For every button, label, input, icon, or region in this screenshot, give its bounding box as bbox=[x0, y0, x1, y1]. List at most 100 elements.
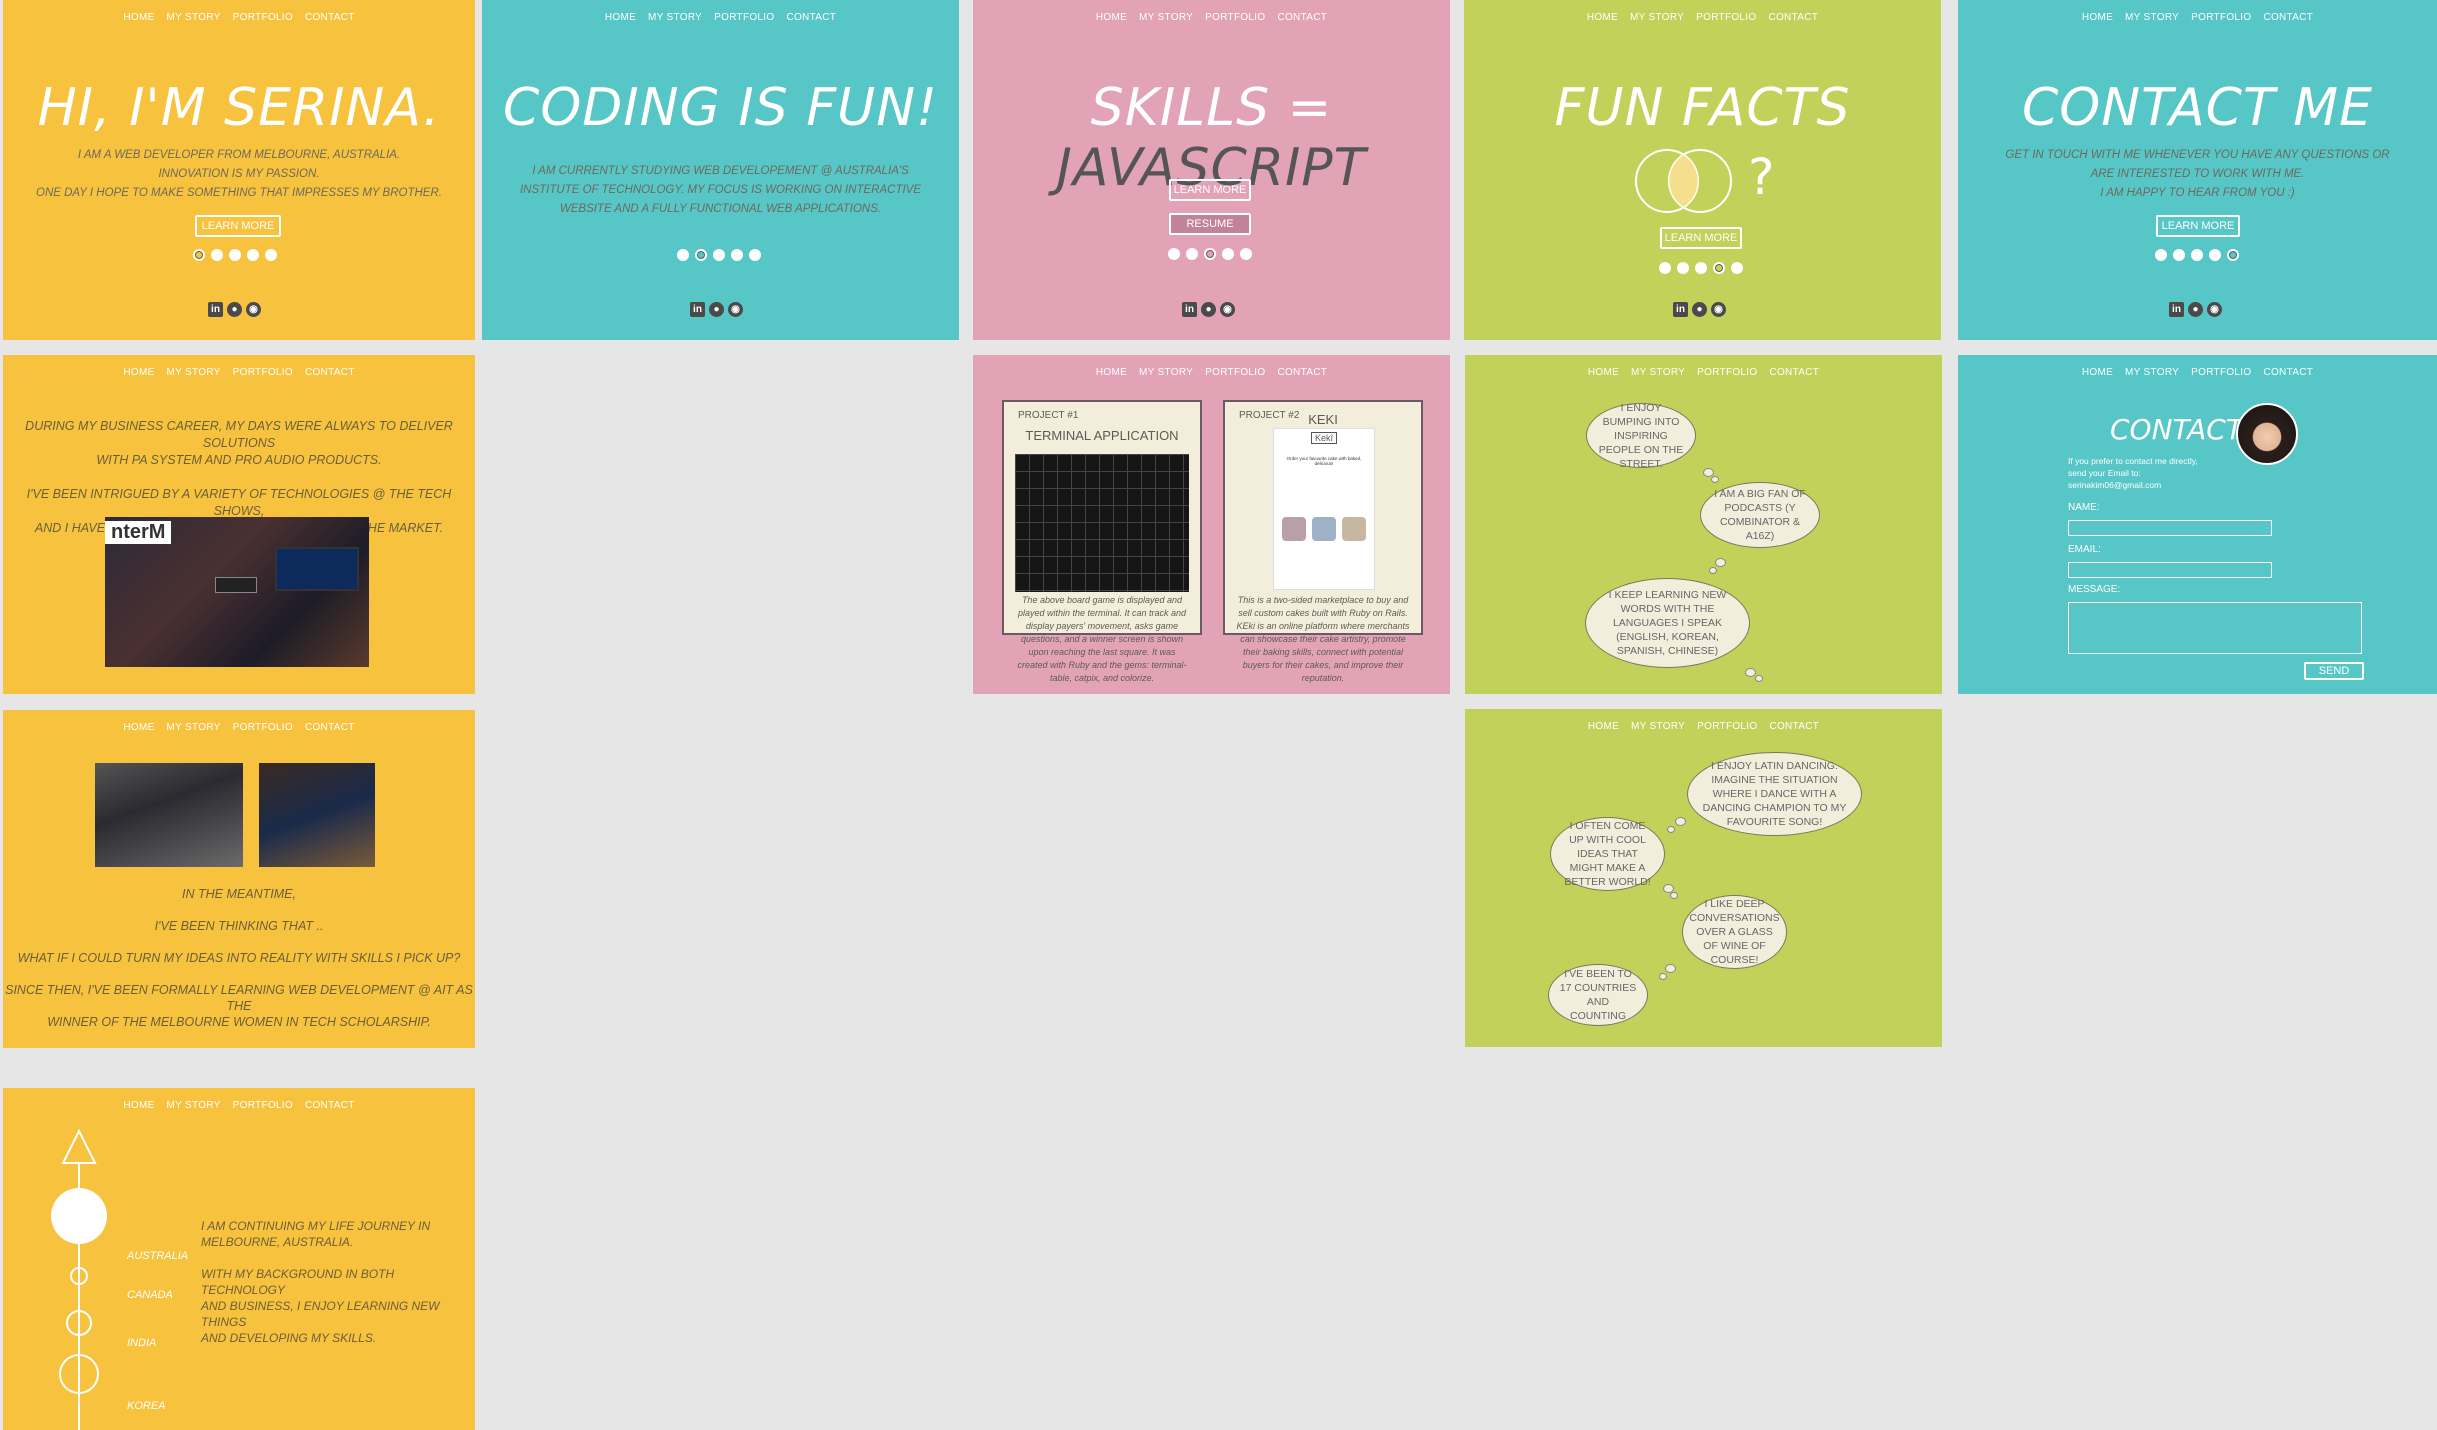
nav-portfolio[interactable]: PORTFOLIO bbox=[2191, 367, 2251, 378]
learn-more-button[interactable]: LEARN MORE bbox=[1169, 179, 1251, 201]
profile-icon[interactable]: ● bbox=[709, 302, 724, 317]
nav-my-story[interactable]: MY STORY bbox=[1631, 721, 1685, 732]
nav-portfolio[interactable]: PORTFOLIO bbox=[1697, 721, 1757, 732]
nav-home[interactable]: HOME bbox=[1587, 12, 1618, 23]
github-icon[interactable]: ◉ bbox=[246, 302, 261, 317]
project-card-terminal[interactable]: PROJECT #1 TERMINAL APPLICATION The abov… bbox=[1002, 400, 1202, 683]
slide-dot[interactable] bbox=[1713, 262, 1725, 274]
slide-dot[interactable] bbox=[749, 249, 761, 261]
slide-dot[interactable] bbox=[713, 249, 725, 261]
nav-contact[interactable]: CONTACT bbox=[305, 722, 355, 733]
nav-contact[interactable]: CONTACT bbox=[1769, 367, 1819, 378]
nav-my-story[interactable]: MY STORY bbox=[167, 12, 221, 23]
nav-portfolio[interactable]: PORTFOLIO bbox=[233, 367, 293, 378]
slide-dot[interactable] bbox=[1240, 248, 1252, 260]
slide-dot[interactable] bbox=[2209, 249, 2221, 261]
nav-home[interactable]: HOME bbox=[1096, 12, 1127, 23]
slide-dot[interactable] bbox=[1222, 248, 1234, 260]
slide-dot[interactable] bbox=[1731, 262, 1743, 274]
nav-contact[interactable]: CONTACT bbox=[1768, 12, 1818, 23]
linkedin-icon[interactable]: in bbox=[1673, 302, 1688, 317]
slide-dot[interactable] bbox=[677, 249, 689, 261]
slide-dot[interactable] bbox=[2191, 249, 2203, 261]
email-address[interactable]: serinakim06@gmail.com bbox=[2068, 479, 2198, 491]
slide-dot[interactable] bbox=[2173, 249, 2185, 261]
slide-dot[interactable] bbox=[1677, 262, 1689, 274]
nav-portfolio[interactable]: PORTFOLIO bbox=[1696, 12, 1756, 23]
github-icon[interactable]: ◉ bbox=[728, 302, 743, 317]
nav-portfolio[interactable]: PORTFOLIO bbox=[1205, 12, 1265, 23]
nav-home[interactable]: HOME bbox=[2082, 12, 2113, 23]
nav-home[interactable]: HOME bbox=[2082, 367, 2113, 378]
profile-icon[interactable]: ● bbox=[227, 302, 242, 317]
nav-portfolio[interactable]: PORTFOLIO bbox=[1697, 367, 1757, 378]
slide-dot[interactable] bbox=[1168, 248, 1180, 260]
nav-my-story[interactable]: MY STORY bbox=[648, 12, 702, 23]
nav-portfolio[interactable]: PORTFOLIO bbox=[233, 722, 293, 733]
nav-portfolio[interactable]: PORTFOLIO bbox=[233, 1100, 293, 1111]
github-icon[interactable]: ◉ bbox=[1220, 302, 1235, 317]
slide-dot[interactable] bbox=[2227, 249, 2239, 261]
nav-my-story[interactable]: MY STORY bbox=[2125, 12, 2179, 23]
nav-contact[interactable]: CONTACT bbox=[1277, 367, 1327, 378]
nav-contact[interactable]: CONTACT bbox=[1277, 12, 1327, 23]
slide-dot[interactable] bbox=[731, 249, 743, 261]
nav-home[interactable]: HOME bbox=[605, 12, 636, 23]
slide-dot[interactable] bbox=[229, 249, 241, 261]
nav-contact[interactable]: CONTACT bbox=[305, 1100, 355, 1111]
resume-button[interactable]: RESUME bbox=[1169, 213, 1251, 235]
learn-more-button[interactable]: LEARN MORE bbox=[195, 215, 281, 237]
nav-my-story[interactable]: MY STORY bbox=[167, 1100, 221, 1111]
nav-home[interactable]: HOME bbox=[123, 1100, 154, 1111]
learn-more-button[interactable]: LEARN MORE bbox=[1660, 227, 1742, 249]
nav-contact[interactable]: CONTACT bbox=[2263, 12, 2313, 23]
nav-home[interactable]: HOME bbox=[1588, 721, 1619, 732]
nav-home[interactable]: HOME bbox=[123, 722, 154, 733]
slide-dot[interactable] bbox=[193, 249, 205, 261]
learn-more-button[interactable]: LEARN MORE bbox=[2156, 215, 2240, 237]
profile-icon[interactable]: ● bbox=[2188, 302, 2203, 317]
nav-my-story[interactable]: MY STORY bbox=[1631, 367, 1685, 378]
slide-dot[interactable] bbox=[211, 249, 223, 261]
slide-dot[interactable] bbox=[2155, 249, 2167, 261]
nav-my-story[interactable]: MY STORY bbox=[167, 367, 221, 378]
nav-contact[interactable]: CONTACT bbox=[786, 12, 836, 23]
nav-portfolio[interactable]: PORTFOLIO bbox=[714, 12, 774, 23]
github-icon[interactable]: ◉ bbox=[2207, 302, 2222, 317]
name-field[interactable] bbox=[2068, 520, 2272, 536]
nav-contact[interactable]: CONTACT bbox=[305, 367, 355, 378]
project-card-keki[interactable]: PROJECT #2 KEKI Kekî Order your favourit… bbox=[1223, 400, 1423, 683]
nav-my-story[interactable]: MY STORY bbox=[1139, 367, 1193, 378]
slide-dot[interactable] bbox=[1659, 262, 1671, 274]
nav-my-story[interactable]: MY STORY bbox=[2125, 367, 2179, 378]
nav-portfolio[interactable]: PORTFOLIO bbox=[1205, 367, 1265, 378]
nav-contact[interactable]: CONTACT bbox=[305, 12, 355, 23]
linkedin-icon[interactable]: in bbox=[1182, 302, 1197, 317]
slide-dot[interactable] bbox=[695, 249, 707, 261]
nav-home[interactable]: HOME bbox=[1096, 367, 1127, 378]
github-icon[interactable]: ◉ bbox=[1711, 302, 1726, 317]
slide-dot[interactable] bbox=[1204, 248, 1216, 260]
nav-home[interactable]: HOME bbox=[1588, 367, 1619, 378]
nav-portfolio[interactable]: PORTFOLIO bbox=[2191, 12, 2251, 23]
slide-dot[interactable] bbox=[1186, 248, 1198, 260]
nav-my-story[interactable]: MY STORY bbox=[167, 722, 221, 733]
send-button[interactable]: SEND bbox=[2304, 662, 2364, 680]
message-field[interactable] bbox=[2068, 602, 2362, 654]
linkedin-icon[interactable]: in bbox=[208, 302, 223, 317]
nav-contact[interactable]: CONTACT bbox=[1769, 721, 1819, 732]
slide-dot[interactable] bbox=[1695, 262, 1707, 274]
nav-my-story[interactable]: MY STORY bbox=[1630, 12, 1684, 23]
profile-icon[interactable]: ● bbox=[1201, 302, 1216, 317]
nav-portfolio[interactable]: PORTFOLIO bbox=[233, 12, 293, 23]
nav-home[interactable]: HOME bbox=[123, 12, 154, 23]
profile-icon[interactable]: ● bbox=[1692, 302, 1707, 317]
linkedin-icon[interactable]: in bbox=[2169, 302, 2184, 317]
nav-contact[interactable]: CONTACT bbox=[2263, 367, 2313, 378]
nav-my-story[interactable]: MY STORY bbox=[1139, 12, 1193, 23]
slide-dot[interactable] bbox=[247, 249, 259, 261]
email-field[interactable] bbox=[2068, 562, 2272, 578]
linkedin-icon[interactable]: in bbox=[690, 302, 705, 317]
slide-dot[interactable] bbox=[265, 249, 277, 261]
nav-home[interactable]: HOME bbox=[123, 367, 154, 378]
